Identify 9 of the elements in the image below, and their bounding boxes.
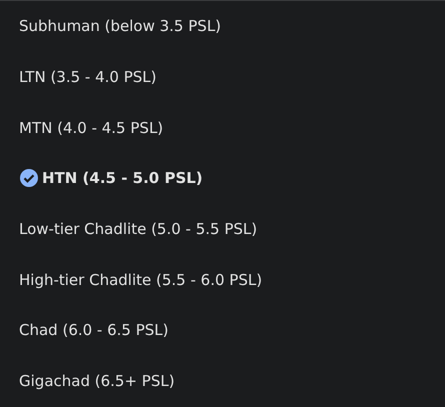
dropdown-option[interactable]: MTN (4.0 - 4.5 PSL) <box>0 102 445 154</box>
dropdown-option[interactable]: Low-tier Chadlite (5.0 - 5.5 PSL) <box>0 204 445 254</box>
dropdown-option[interactable]: High-tier Chadlite (5.5 - 6.0 PSL) <box>0 254 445 306</box>
dropdown-option[interactable]: Gigachad (6.5+ PSL) <box>0 356 445 406</box>
dropdown-option[interactable]: Chad (6.0 - 6.5 PSL) <box>0 305 445 356</box>
dropdown-option[interactable]: HTN (4.5 - 5.0 PSL) <box>0 153 445 204</box>
check-circle-icon <box>19 168 39 188</box>
dropdown-option[interactable]: Subhuman (below 3.5 PSL) <box>0 1 445 52</box>
dropdown-option[interactable]: LTN (3.5 - 4.0 PSL) <box>0 52 445 102</box>
